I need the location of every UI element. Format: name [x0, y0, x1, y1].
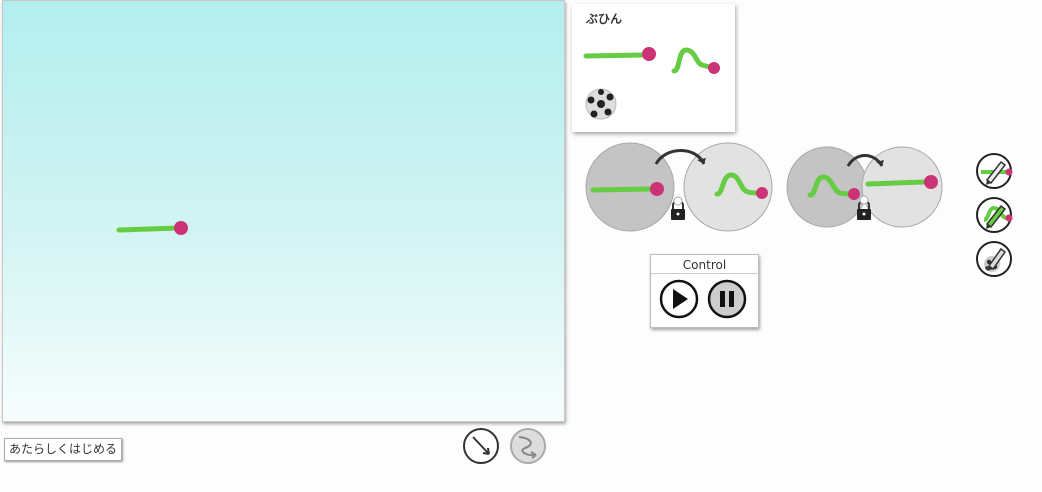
pause-button[interactable] [707, 279, 747, 319]
wave-part-icon[interactable] [671, 47, 720, 74]
restart-button[interactable]: あたらしくはじめる [4, 438, 123, 461]
line-arrow-icon [472, 436, 490, 455]
edit-ball-button[interactable] [975, 240, 1013, 278]
edit-wave-button[interactable] [975, 196, 1013, 234]
stage-svg [116, 221, 188, 235]
control-panel: Control [650, 254, 759, 328]
parts-panel: ぶひん [572, 4, 735, 132]
pause-icon [720, 291, 725, 307]
edit-line-button[interactable] [975, 152, 1013, 190]
rule-2[interactable] [786, 146, 943, 228]
rule-1-lock-icon[interactable] [671, 196, 685, 220]
stage-canvas[interactable] [2, 0, 565, 422]
curve-arrow-icon [518, 436, 537, 459]
play-button[interactable] [659, 279, 699, 319]
rules-area [585, 142, 943, 232]
rule-1[interactable] [585, 142, 773, 232]
control-title: Control [651, 256, 758, 274]
soccer-ball-icon[interactable] [585, 88, 617, 120]
line-part-icon[interactable] [583, 47, 656, 61]
curve-tool-button[interactable] [510, 428, 546, 464]
parts-palette [583, 47, 720, 120]
line-tool-button[interactable] [463, 428, 499, 464]
stage-line-part[interactable] [116, 221, 188, 235]
